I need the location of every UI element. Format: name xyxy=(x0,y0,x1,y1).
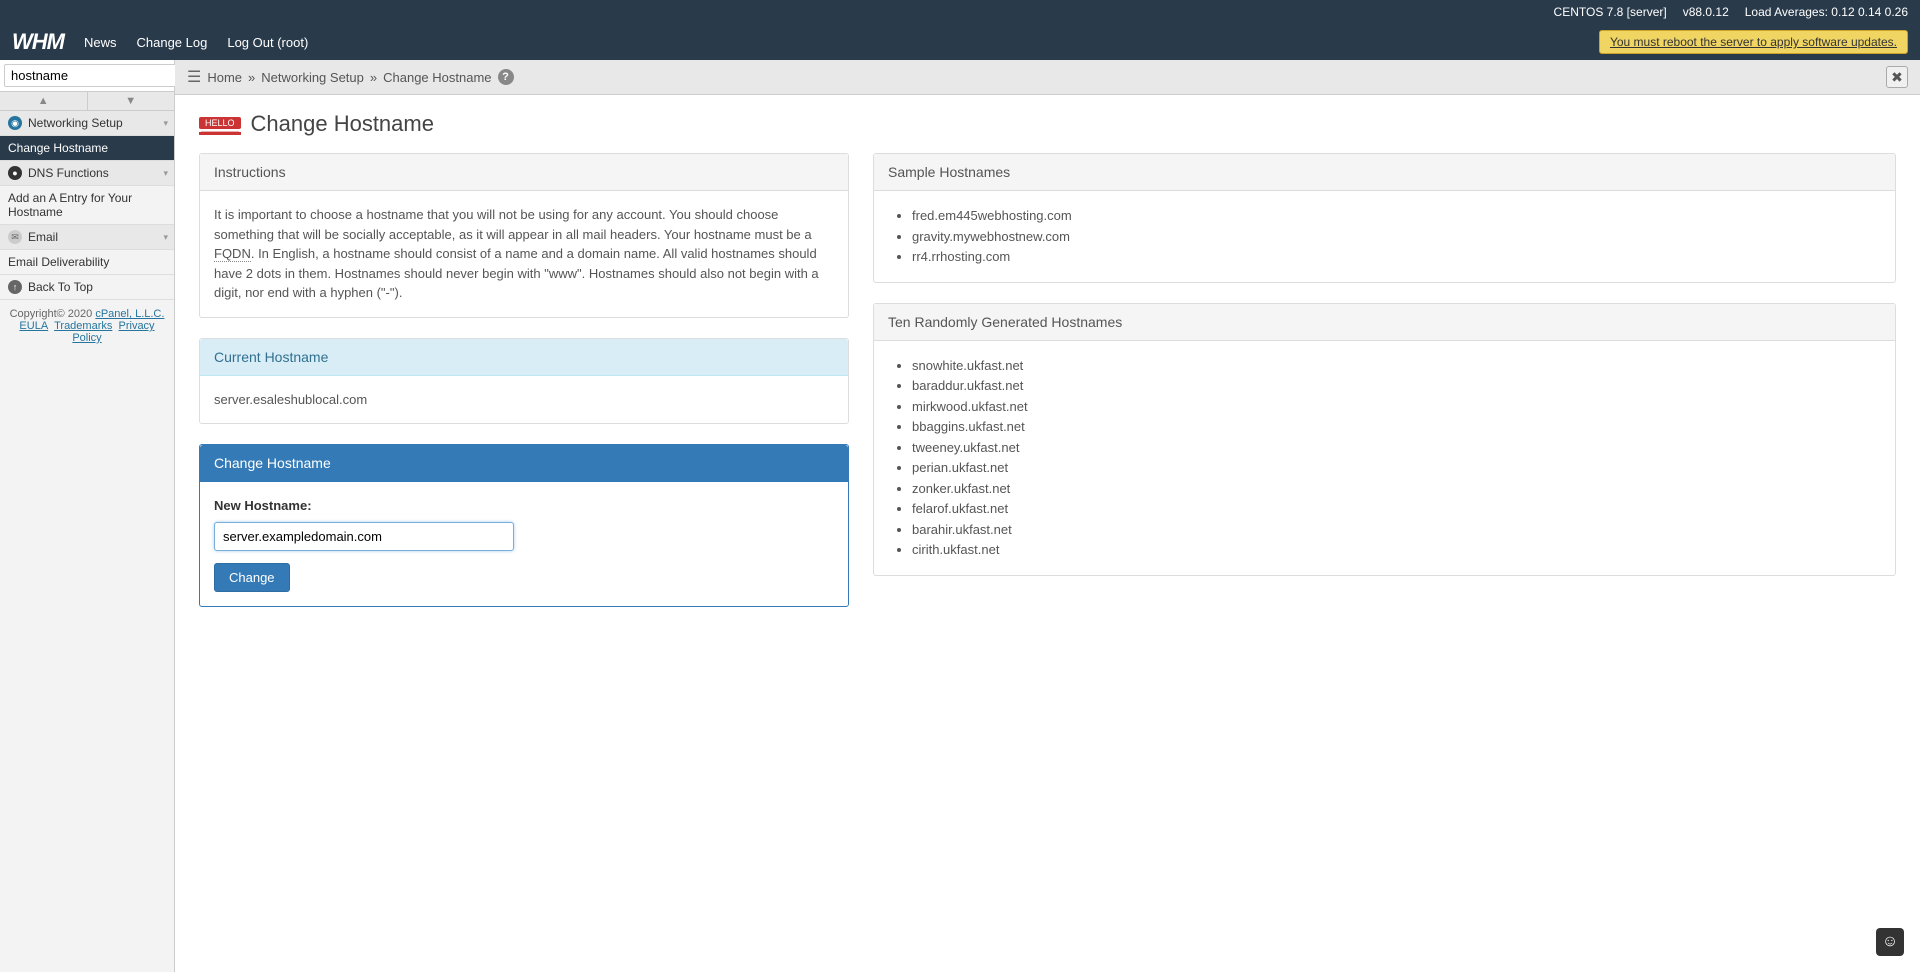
load-averages: Load Averages: 0.12 0.14 0.26 xyxy=(1745,5,1908,19)
sidebar-item-networking-setup[interactable]: ◉ Networking Setup ▾ xyxy=(0,111,174,136)
link-cpanel[interactable]: cPanel, L.L.C. xyxy=(95,308,164,320)
list-item: bbaggins.ukfast.net xyxy=(912,417,1881,437)
sidebar-item-change-hostname[interactable]: Change Hostname xyxy=(0,136,174,161)
nav-changelog[interactable]: Change Log xyxy=(137,35,208,50)
list-item: rr4.rrhosting.com xyxy=(912,247,1881,267)
sidebar-item-label: Email Deliverability xyxy=(8,255,109,269)
breadcrumb-current: Change Hostname xyxy=(383,70,491,85)
chevron-down-icon: ▾ xyxy=(163,118,168,129)
current-hostname-panel: Current Hostname server.esaleshublocal.c… xyxy=(199,338,849,425)
list-item: barahir.ukfast.net xyxy=(912,520,1881,540)
mail-icon: ✉ xyxy=(8,230,22,244)
change-hostname-panel: Change Hostname New Hostname: Change xyxy=(199,444,849,607)
sidebar-item-add-an-a-entry-for-your-hostname[interactable]: Add an A Entry for Your Hostname xyxy=(0,186,174,225)
sidebar-item-label: Networking Setup xyxy=(28,116,123,130)
version-label: v88.0.12 xyxy=(1683,5,1729,19)
os-label: CENTOS 7.8 [server] xyxy=(1554,5,1667,19)
list-item: snowhite.ukfast.net xyxy=(912,356,1881,376)
sidebar-item-label: Change Hostname xyxy=(8,141,108,155)
current-hostname-value: server.esaleshublocal.com xyxy=(200,376,848,424)
dns-icon: ● xyxy=(8,166,22,180)
list-item: mirkwood.ukfast.net xyxy=(912,397,1881,417)
sample-hostnames-panel: Sample Hostnames fred.em445webhosting.co… xyxy=(873,153,1896,283)
breadcrumb-networking[interactable]: Networking Setup xyxy=(261,70,364,85)
nav-news[interactable]: News xyxy=(84,35,117,50)
change-hostname-heading: Change Hostname xyxy=(200,445,848,482)
list-item: baraddur.ukfast.net xyxy=(912,376,1881,396)
top-nav: WHM News Change Log Log Out (root) You m… xyxy=(0,24,1920,60)
sample-hostnames-heading: Sample Hostnames xyxy=(874,154,1895,191)
close-icon[interactable]: ✖ xyxy=(1886,66,1908,88)
up-icon: ↑ xyxy=(8,280,22,294)
chat-bubble-icon[interactable]: ☺ xyxy=(1876,928,1904,956)
chevron-down-icon: ▾ xyxy=(163,168,168,179)
reboot-notice[interactable]: You must reboot the server to apply soft… xyxy=(1599,30,1908,54)
sidebar-item-label: Back To Top xyxy=(28,280,93,294)
sidebar-item-back-to-top[interactable]: ↑ Back To Top xyxy=(0,275,174,300)
fqdn-term[interactable]: FQDN xyxy=(214,246,251,262)
list-item: perian.ukfast.net xyxy=(912,458,1881,478)
link-trademarks[interactable]: Trademarks xyxy=(54,320,112,332)
sidebar-footer: Copyright© 2020 cPanel, L.L.C. EULA Trad… xyxy=(0,300,174,352)
sidebar-item-email-deliverability[interactable]: Email Deliverability xyxy=(0,250,174,275)
link-eula[interactable]: EULA xyxy=(19,320,48,332)
sidebar-item-label: DNS Functions xyxy=(28,166,109,180)
sidebar: ✕ ▲ ▼ ◉Networking Setup▾Change Hostname●… xyxy=(0,60,175,972)
sidebar-search-input[interactable] xyxy=(4,64,194,87)
random-hostnames-heading: Ten Randomly Generated Hostnames xyxy=(874,304,1895,341)
sidebar-collapse-down-icon[interactable]: ▼ xyxy=(88,92,175,110)
sidebar-item-label: Add an A Entry for Your Hostname xyxy=(8,191,166,219)
status-bar: CENTOS 7.8 [server] v88.0.12 Load Averag… xyxy=(0,0,1920,24)
list-item: felarof.ukfast.net xyxy=(912,499,1881,519)
current-hostname-heading: Current Hostname xyxy=(200,339,848,376)
chevron-down-icon: ▾ xyxy=(163,232,168,243)
sidebar-item-dns-functions[interactable]: ● DNS Functions ▾ xyxy=(0,161,174,186)
new-hostname-label: New Hostname: xyxy=(214,496,834,516)
instructions-heading: Instructions xyxy=(200,154,848,191)
whm-logo[interactable]: WHM xyxy=(12,29,64,55)
new-hostname-input[interactable] xyxy=(214,522,514,551)
globe-icon: ◉ xyxy=(8,116,22,130)
random-hostnames-panel: Ten Randomly Generated Hostnames snowhit… xyxy=(873,303,1896,576)
list-item: fred.em445webhosting.com xyxy=(912,206,1881,226)
sidebar-item-label: Email xyxy=(28,230,58,244)
sidebar-item-email[interactable]: ✉ Email ▾ xyxy=(0,225,174,250)
list-item: cirith.ukfast.net xyxy=(912,540,1881,560)
breadcrumb-home[interactable]: Home xyxy=(207,70,242,85)
breadcrumb-bar: ☰ Home » Networking Setup » Change Hostn… xyxy=(175,60,1920,95)
change-button[interactable]: Change xyxy=(214,563,290,592)
menu-toggle-icon[interactable]: ☰ xyxy=(187,67,201,87)
sidebar-collapse-up-icon[interactable]: ▲ xyxy=(0,92,88,110)
instructions-panel: Instructions It is important to choose a… xyxy=(199,153,849,318)
list-item: zonker.ukfast.net xyxy=(912,479,1881,499)
page-title: Change Hostname xyxy=(251,111,434,137)
nav-logout[interactable]: Log Out (root) xyxy=(227,35,308,50)
hello-badge-icon: HELLO xyxy=(199,117,241,129)
help-icon[interactable]: ? xyxy=(498,69,514,85)
list-item: gravity.mywebhostnew.com xyxy=(912,227,1881,247)
list-item: tweeney.ukfast.net xyxy=(912,438,1881,458)
